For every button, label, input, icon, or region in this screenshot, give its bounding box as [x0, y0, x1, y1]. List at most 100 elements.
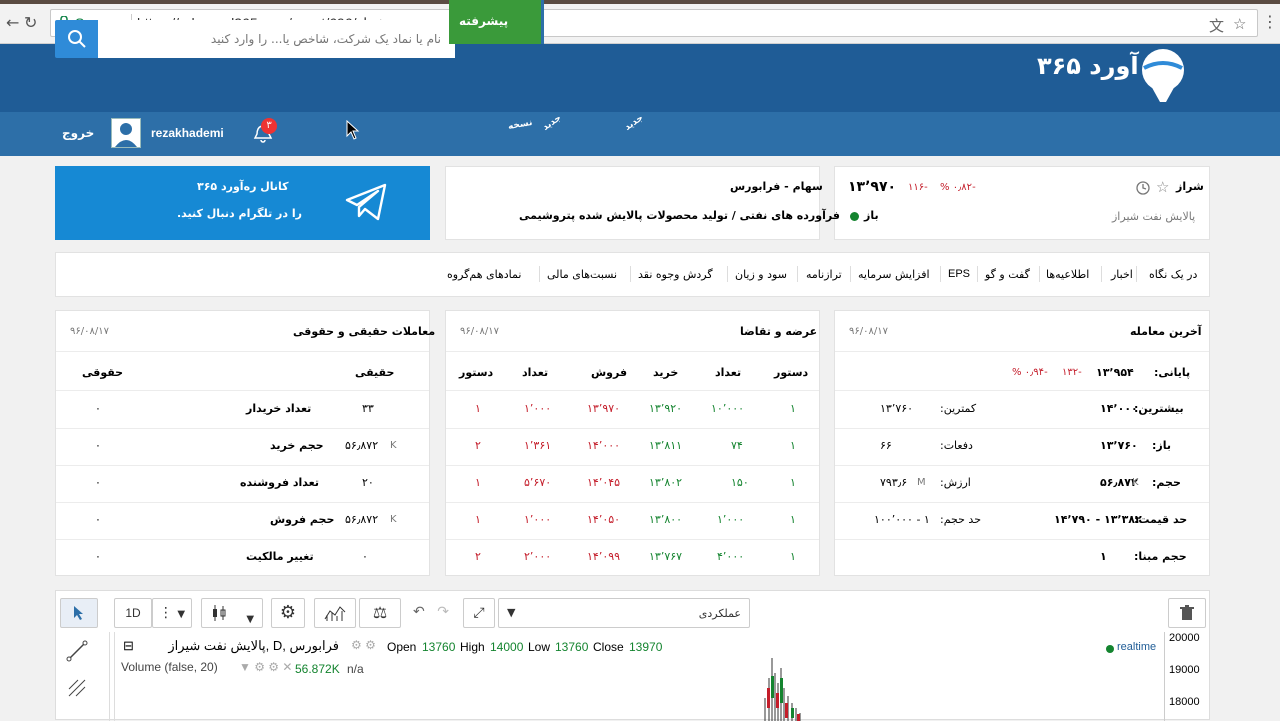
last-trade-value: ۷۹۳٫۶ [880, 476, 908, 489]
tab-news[interactable]: اخبار [1111, 268, 1133, 281]
volume-controls-icon[interactable]: ▼ ⚙ ⚙ ✕ [239, 660, 292, 674]
nav-item-announcements[interactable]: اطلاعیه‌ها [1060, 14, 1118, 28]
trend-line-icon[interactable] [66, 640, 88, 662]
legend-controls-icon[interactable]: ⚙ ⚙ [351, 638, 376, 652]
nav-item-data-transfer[interactable]: انتقال داده [706, 14, 771, 28]
pitchfork-icon[interactable] [66, 677, 88, 699]
orderbook-column-header: فروش [591, 366, 628, 379]
tab-profit-loss[interactable]: سود و زیان [735, 268, 787, 281]
last-trade-label: ارزش: [940, 476, 971, 489]
nav-item-tutorials[interactable]: آموزش‌ها [562, 14, 617, 28]
interval-button[interactable]: 1D [114, 598, 152, 628]
orderbook-cell: ۲ [475, 550, 481, 563]
strategy-select[interactable]: ▼ عملکردی [498, 598, 750, 628]
dropdown-arrow-icon: ▼ [177, 609, 186, 620]
row-divider [56, 428, 429, 429]
undo-icon[interactable]: ↶ [413, 604, 425, 620]
row-divider [56, 465, 429, 466]
orderbook-cell: ۱ [790, 402, 796, 415]
balloon-logo-icon[interactable] [1140, 48, 1186, 106]
row-divider [446, 390, 819, 391]
real-unit: K [390, 514, 397, 525]
row-divider [835, 390, 1209, 391]
price-candles-area [764, 658, 801, 721]
column-legal-header: حقوقی [82, 366, 124, 379]
last-trade-unit: K [1132, 477, 1139, 488]
favorite-star-icon[interactable]: ☆ [1156, 178, 1169, 196]
realtime-label: realtime [1117, 641, 1157, 653]
tab-overview[interactable]: در یک نگاه [1149, 268, 1197, 281]
dropdown-arrow-icon: ▼ [246, 614, 255, 625]
history-clock-icon[interactable] [1136, 181, 1150, 195]
settings-button[interactable]: ⚙ [271, 598, 305, 628]
asset-tabs-bar [55, 252, 1210, 297]
legal-value: ۰ [95, 476, 101, 489]
last-trade-title: آخرین معامله [1130, 325, 1202, 338]
orderbook-cell: ۱ [790, 439, 796, 452]
delete-drawings-button[interactable] [1168, 598, 1206, 628]
tab-cash-flow[interactable]: گردش وجوه نقد [638, 268, 713, 281]
tab-divider [977, 266, 978, 282]
fullscreen-icon: ⤢ [473, 605, 485, 621]
bookmark-star-icon[interactable]: ☆ [1233, 15, 1246, 33]
legend-symbol-line: فرابورس ,D ,پالایش نفت شیراز [168, 638, 339, 653]
orderbook-cell: ۱۳٬۹۷۰ [587, 402, 621, 415]
final-price-percent: -۰٫۹۴ % [1012, 367, 1048, 378]
price-chart-widget[interactable]: 1D ⋮ ▼ ▼ ⚙ ⚖ ↶ ↷ ⤢ ▼ عملکردی ⊟ فرابورس ,… [55, 590, 1210, 721]
orderbook-cell: ۲ [475, 439, 481, 452]
tab-eps[interactable]: EPS [948, 268, 970, 280]
logout-link[interactable]: خروج [62, 126, 94, 140]
search-input[interactable] [98, 20, 455, 58]
final-price-value: ۱۳٬۹۵۴ [1096, 366, 1134, 379]
fullscreen-button[interactable]: ⤢ [463, 598, 495, 628]
chart-style-button[interactable]: ▼ [201, 598, 263, 628]
tab-divider [1136, 266, 1137, 282]
orderbook-cell: ۱ [475, 513, 481, 526]
row-divider [446, 465, 819, 466]
real-legal-label: حجم فروش [270, 513, 335, 526]
scales-icon: ⚖ [372, 603, 388, 622]
indicators-icon [324, 606, 346, 621]
pointer-tool-button[interactable] [60, 598, 98, 628]
chart-plot-area[interactable]: ⊟ فرابورس ,D ,پالایش نفت شیراز ⚙ ⚙ Open … [114, 632, 1164, 721]
telegram-banner[interactable]: کانال ره‌آورد ۳۶۵ را در تلگرام دنبال کنی… [55, 166, 430, 240]
nav-item-advanced[interactable]: پیشرفته [459, 14, 508, 28]
orderbook-cell: ۱۳٬۷۶۷ [649, 550, 683, 563]
ohlc-high-label: High [460, 640, 485, 654]
orderbook-cell: ۱۴٬۰۵۰ [587, 513, 621, 526]
advanced-label: پیشرفته [459, 14, 509, 28]
nav-item-alerts[interactable]: هشدارها [857, 14, 908, 28]
nav-item-forum[interactable]: گفت و گو [992, 14, 1051, 28]
interval-more-button[interactable]: ⋮ ▼ [152, 598, 192, 628]
nav-item-home[interactable]: خانه [1176, 14, 1201, 28]
volume-na: n/a [347, 662, 364, 676]
redo-icon[interactable]: ↷ [437, 604, 449, 620]
tab-balance-sheet[interactable]: ترازنامه [806, 268, 842, 281]
row-divider [56, 390, 429, 391]
tab-peer-symbols[interactable]: نمادهای هم‌گروه [447, 268, 521, 281]
tab-capital-increase[interactable]: افزایش سرمایه [858, 268, 930, 281]
back-icon[interactable]: ← [6, 13, 19, 32]
translate-icon[interactable]: 文 [1209, 15, 1224, 36]
tab-financial-ratios[interactable]: نسبت‌های مالی [547, 268, 617, 281]
nav-item-watchlist[interactable]: دیده‌بان [925, 14, 969, 28]
browser-menu-icon[interactable]: ⋮ [1262, 12, 1278, 31]
indicators-button[interactable] [314, 598, 356, 628]
compare-button[interactable]: ⚖ [359, 598, 401, 628]
nav-item-news[interactable]: اخبار [1132, 14, 1161, 28]
nav-item-screener[interactable]: جستجوگر [786, 14, 842, 28]
row-divider [446, 351, 819, 352]
tab-announcements[interactable]: اطلاعیه‌ها [1046, 268, 1089, 281]
orderbook-cell: ۱۵۰ [731, 476, 749, 489]
price-axis[interactable]: 20000 19000 18000 [1164, 632, 1210, 721]
user-menu-chevron-icon[interactable]: ⌄ [226, 13, 236, 27]
search-button[interactable] [55, 20, 98, 58]
reload-icon[interactable]: ↻ [24, 13, 37, 32]
nav-item-bulletins[interactable]: بولتن‌ها [641, 14, 686, 28]
tab-forum[interactable]: گفت و گو [985, 268, 1030, 281]
orderbook-cell: ۲٬۰۰۰ [524, 550, 552, 563]
avatar[interactable] [111, 118, 141, 148]
volume-indicator-label: Volume (false, 20) [121, 660, 218, 674]
username[interactable]: rezakhademi [151, 126, 224, 140]
legend-collapse-icon[interactable]: ⊟ [123, 638, 134, 654]
